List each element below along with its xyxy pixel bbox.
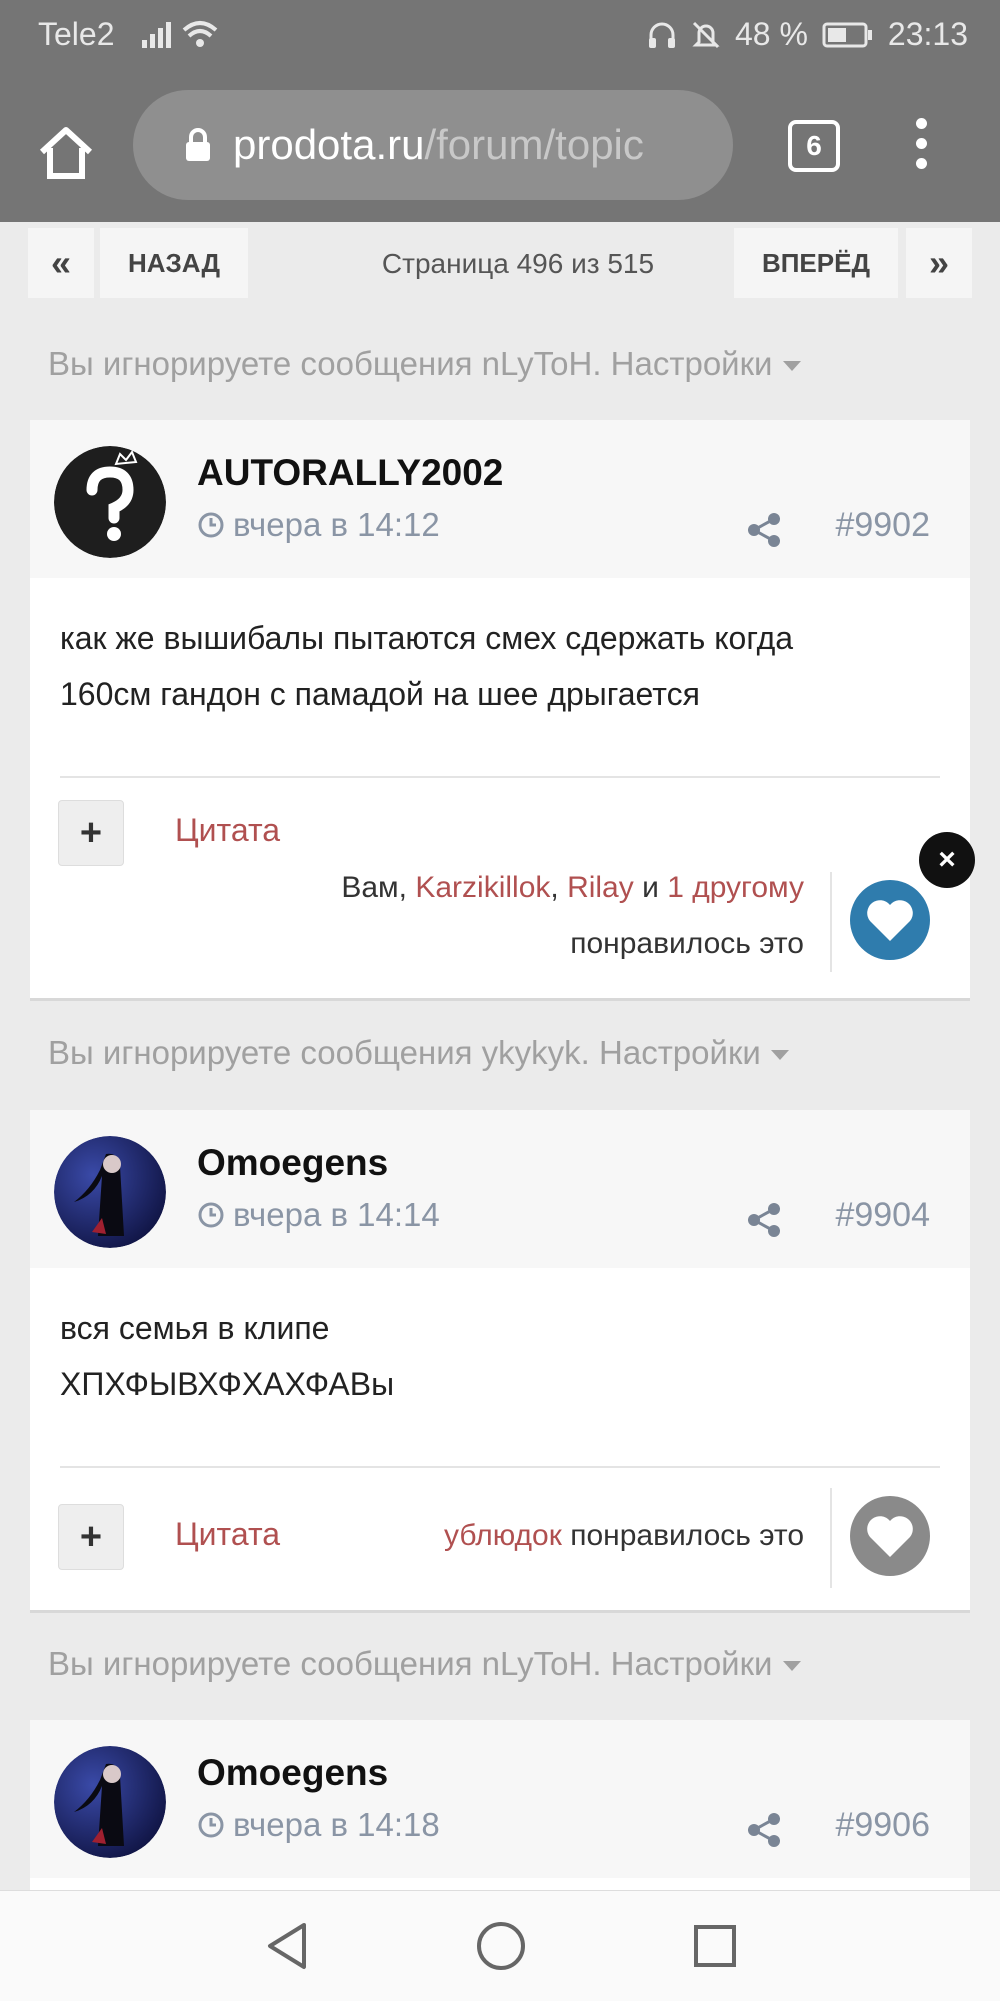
ignored-notice[interactable]: Вы игнорируете сообщения nLyToH. Настрой… (48, 345, 801, 383)
liker-link[interactable]: ублюдок (444, 1519, 562, 1552)
likes-suffix: понравилось это (570, 927, 804, 960)
post-text-line: вся семья в клипе (60, 1310, 330, 1346)
likes-line: Вам, Karzikillok, Rilay и 1 другому (341, 860, 804, 916)
likes-separator: , (550, 871, 568, 904)
likes-summary: Вам, Karzikillok, Rilay и 1 другому понр… (341, 860, 804, 972)
likes-suffix: понравилось это (561, 1519, 804, 1552)
post-number[interactable]: #9906 (835, 1806, 930, 1845)
lock-icon (186, 128, 210, 161)
share-icon[interactable] (746, 512, 782, 548)
home-icon[interactable] (34, 120, 98, 184)
chevron-down-icon (782, 361, 801, 372)
post-time-text: вчера в 14:18 (233, 1806, 440, 1843)
home-circle-icon[interactable] (474, 1919, 528, 1973)
system-navigation-bar (0, 1890, 1000, 2001)
ignored-notice-text: Вы игнорируете сообщения ykykyk. Настрой… (48, 1034, 761, 1071)
pagination: « НАЗАД Страница 496 из 515 ВПЕРЁД » (28, 228, 972, 298)
multiquote-button[interactable]: + (58, 1504, 124, 1570)
post-time-text: вчера в 14:14 (233, 1196, 440, 1233)
forum-post: Omoegens вчера в 14:14 #9904 вся семья в… (30, 1110, 970, 1613)
browser-toolbar: prodota.ru/forum/topic 6 (0, 70, 1000, 222)
ignored-notice[interactable]: Вы игнорируете сообщения ykykyk. Настрой… (48, 1034, 789, 1072)
address-bar[interactable]: prodota.ru/forum/topic (133, 90, 733, 200)
post-time-text: вчера в 14:12 (233, 506, 440, 543)
liker-link[interactable]: Rilay (567, 871, 634, 904)
like-button[interactable] (850, 880, 930, 960)
post-text-line: как же вышибалы пытаются смех сдержать к… (60, 620, 794, 656)
post-author[interactable]: Omoegens (197, 1752, 388, 1794)
battery-percent: 48 % (734, 16, 808, 52)
url-domain: prodota.ru (233, 121, 425, 168)
likes-and: и (633, 871, 668, 904)
bell-muted-icon (692, 21, 720, 48)
divider (830, 1488, 832, 1588)
more-likers-link[interactable]: 1 другому (667, 871, 804, 904)
recents-square-icon[interactable] (690, 1919, 740, 1973)
post-text-line: ХПХФЫВХФХАХФАВы (60, 1366, 395, 1402)
forum-post: Omoegens вчера в 14:18 #9906 (30, 1720, 970, 1903)
next-button[interactable]: ВПЕРЁД (734, 228, 898, 298)
post-content: как же вышибалы пытаются смех сдержать к… (30, 578, 970, 722)
post-number[interactable]: #9902 (835, 506, 930, 545)
signal-wifi-icon (142, 21, 218, 48)
share-icon[interactable] (746, 1812, 782, 1848)
forum-post: AUTORALLY2002 вчера в 14:12 #9902 как же… (30, 420, 970, 1001)
like-button[interactable] (850, 1496, 930, 1576)
quote-link[interactable]: Цитата (175, 812, 280, 849)
divider (830, 872, 832, 972)
headphones-icon (648, 22, 675, 48)
post-author[interactable]: AUTORALLY2002 (197, 452, 503, 494)
close-button[interactable]: × (919, 832, 975, 888)
battery-icon (822, 22, 872, 47)
avatar[interactable] (54, 1136, 166, 1248)
likes-prefix: Вам, (341, 871, 416, 904)
url-path: /forum/topic (424, 121, 644, 168)
status-bar: Tele2 48 % 23:13 (0, 0, 1000, 70)
divider (60, 776, 940, 778)
post-timestamp[interactable]: вчера в 14:12 (197, 506, 440, 544)
first-page-button[interactable]: « (28, 228, 94, 298)
ignored-notice-text: Вы игнорируете сообщения nLyToH. Настрой… (48, 1645, 773, 1682)
multiquote-button[interactable]: + (58, 800, 124, 866)
url-text: prodota.ru/forum/topic (233, 121, 644, 169)
likes-summary: ублюдок понравилось это (444, 1508, 804, 1564)
last-page-button[interactable]: » (906, 228, 972, 298)
post-header: Omoegens вчера в 14:14 #9904 (30, 1110, 970, 1268)
clock-icon (198, 1812, 224, 1838)
post-timestamp[interactable]: вчера в 14:18 (197, 1806, 440, 1844)
ignored-notice-text: Вы игнорируете сообщения nLyToH. Настрой… (48, 345, 773, 382)
clock: 23:13 (887, 16, 968, 52)
page-indicator: Страница 496 из 515 (381, 248, 655, 279)
post-content: вся семья в клипе ХПХФЫВХФХАХФАВы (30, 1268, 970, 1412)
overflow-menu-icon[interactable] (911, 118, 931, 178)
chevron-down-icon (782, 1661, 801, 1672)
ignored-notice[interactable]: Вы игнорируете сообщения nLyToH. Настрой… (48, 1645, 801, 1683)
liker-link[interactable]: Karzikillok (415, 871, 550, 904)
avatar[interactable] (54, 1746, 166, 1858)
avatar[interactable] (54, 446, 166, 558)
carrier-name: Tele2 (38, 16, 115, 52)
quote-link[interactable]: Цитата (175, 1516, 280, 1553)
post-header: Omoegens вчера в 14:18 #9906 (30, 1720, 970, 1878)
post-number[interactable]: #9904 (835, 1196, 930, 1235)
chevron-down-icon (770, 1050, 789, 1061)
clock-icon (198, 512, 224, 538)
divider (60, 1466, 940, 1468)
share-icon[interactable] (746, 1202, 782, 1238)
post-author[interactable]: Omoegens (197, 1142, 388, 1184)
post-header: AUTORALLY2002 вчера в 14:12 #9902 (30, 420, 970, 578)
back-button[interactable]: НАЗАД (100, 228, 248, 298)
heart-icon (867, 1516, 913, 1557)
post-text-line: 160см гандон с памадой на шее дрыгается (60, 676, 700, 712)
heart-icon (867, 900, 913, 941)
tab-switcher-button[interactable]: 6 (788, 120, 840, 172)
back-triangle-icon[interactable] (262, 1919, 312, 1973)
post-timestamp[interactable]: вчера в 14:14 (197, 1196, 440, 1234)
clock-icon (198, 1202, 224, 1228)
